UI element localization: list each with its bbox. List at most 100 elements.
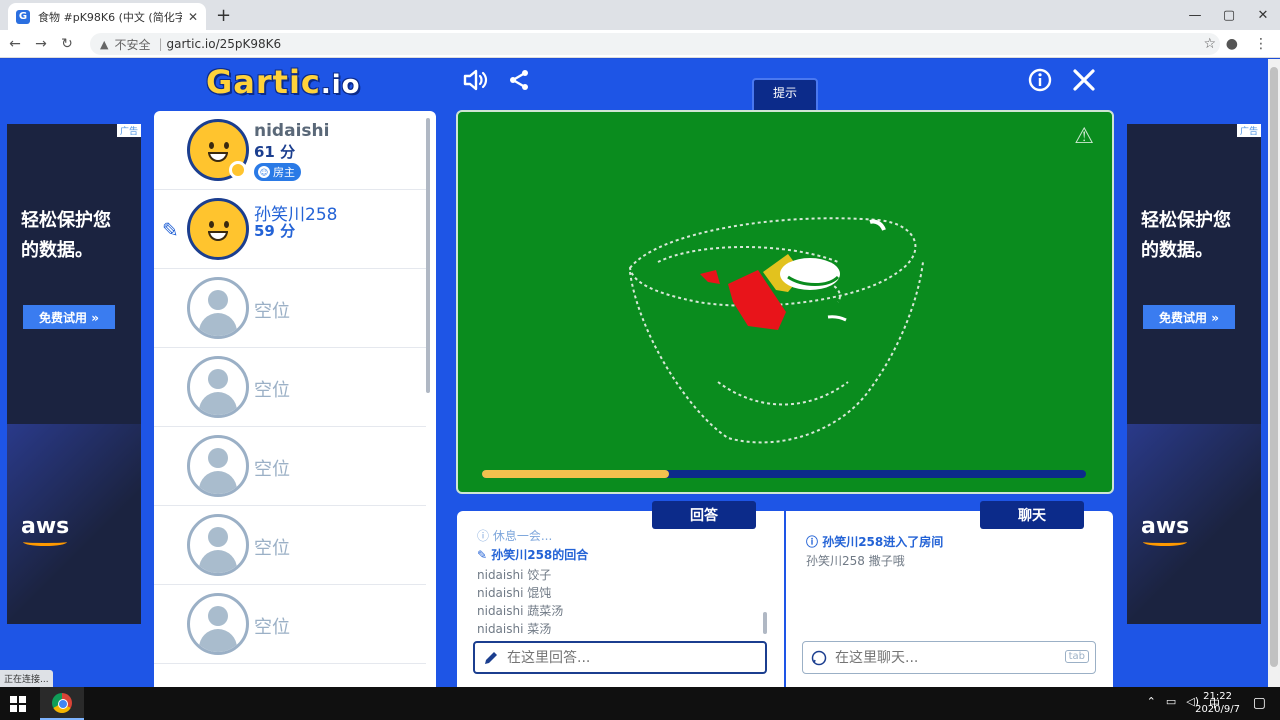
- timer-bar: [482, 470, 1086, 478]
- player-name: nidaishi: [254, 121, 330, 141]
- answer-input[interactable]: [507, 649, 747, 666]
- reload-icon[interactable]: ↻: [56, 36, 78, 52]
- back-arrow-icon[interactable]: ←: [4, 36, 26, 52]
- right-ad[interactable]: 广告 轻松保护您 的数据。 免费试用 » aws: [1127, 124, 1261, 624]
- info-icon[interactable]: [1028, 68, 1052, 98]
- online-indicator-icon: [229, 161, 247, 179]
- bookmark-star-icon[interactable]: ☆: [1203, 36, 1216, 52]
- avatar-eye: [209, 221, 214, 228]
- ad-text: 轻松保护您 的数据。: [1141, 206, 1231, 266]
- avatar-eye: [209, 142, 214, 149]
- exit-close-icon[interactable]: [1072, 68, 1096, 98]
- empty-avatar-icon: [187, 435, 249, 497]
- system-message-faded: ⓘ 休息一会...: [477, 527, 552, 544]
- share-icon[interactable]: [507, 68, 531, 98]
- notification-icon[interactable]: ▢: [1253, 695, 1266, 711]
- host-badge: ☺ 房主: [254, 163, 301, 181]
- empty-avatar-icon: [187, 277, 249, 339]
- system-clock[interactable]: 21:22 2020/9/7: [1195, 690, 1240, 716]
- empty-slot-label: 空位: [254, 301, 290, 322]
- left-ad[interactable]: 广告 轻松保护您 的数据。 免费试用 » aws: [7, 124, 141, 624]
- answers-tab[interactable]: 回答: [652, 501, 756, 529]
- player-score: 61 分: [254, 143, 296, 161]
- guess-author: nidaishi: [477, 604, 524, 618]
- clock-time: 21:22: [1203, 691, 1232, 702]
- page-scrollbar[interactable]: [1268, 59, 1280, 687]
- avatar-placeholder-head: [208, 527, 228, 547]
- hint-label: 提示: [772, 86, 797, 100]
- report-warning-icon[interactable]: ⚠: [1074, 124, 1094, 149]
- forward-arrow-icon[interactable]: →: [30, 36, 52, 52]
- network-icon[interactable]: ▭: [1166, 695, 1176, 711]
- guess-author: nidaishi: [477, 568, 524, 582]
- players-scrollbar[interactable]: [426, 118, 430, 393]
- close-window-button[interactable]: ✕: [1246, 0, 1280, 30]
- chrome-taskbar-button[interactable]: [40, 687, 84, 720]
- guess-text: 饺子: [527, 568, 552, 582]
- sound-icon[interactable]: [462, 68, 490, 98]
- player-row-empty: 空位: [154, 427, 426, 506]
- player-row-empty: 空位: [154, 506, 426, 585]
- avatar: [187, 198, 249, 260]
- address-bar[interactable]: ▲ 不安全 | gartic.io/25pK98K6 ☆: [90, 33, 1220, 55]
- answers-scrollbar[interactable]: [763, 612, 767, 634]
- ad-free-trial-button[interactable]: 免费试用 »: [23, 305, 115, 329]
- players-panel: nidaishi 61 分 ☺ 房主 ✎ 孙笑川258 59 分 空位 空位 空…: [154, 111, 436, 687]
- ad-tag: 广告: [1236, 124, 1261, 137]
- chat-input-box[interactable]: tab: [802, 641, 1096, 674]
- avatar-placeholder-head: [208, 369, 228, 389]
- player-row-drawing[interactable]: ✎ 孙笑川258 59 分: [154, 190, 426, 269]
- join-message-text: 孙笑川258进入了房间: [822, 535, 944, 549]
- guess-message: nidaishi 蔬菜汤: [477, 602, 563, 619]
- pencil-drawing-icon: ✎: [162, 218, 179, 242]
- avatar-eye: [224, 221, 229, 228]
- guess-author: nidaishi: [477, 622, 524, 636]
- avatar-mouth: [208, 152, 228, 162]
- ad-text-line1: 轻松保护您: [1141, 210, 1231, 231]
- empty-avatar-icon: [187, 593, 249, 655]
- answer-input-box[interactable]: [473, 641, 767, 674]
- chat-tab[interactable]: 聊天: [980, 501, 1084, 529]
- tab-close-icon[interactable]: ✕: [188, 10, 198, 24]
- player-row-host[interactable]: nidaishi 61 分 ☺ 房主: [154, 111, 426, 190]
- ad-free-trial-button[interactable]: 免费试用 »: [1143, 305, 1235, 329]
- guess-message: nidaishi 饺子: [477, 566, 551, 583]
- player-row-empty: 空位: [154, 585, 426, 664]
- timer-fill: [482, 470, 670, 478]
- avatar-placeholder-body: [199, 392, 237, 415]
- avatar-placeholder-body: [199, 550, 237, 573]
- avatar-placeholder-body: [199, 471, 237, 494]
- page-scrollbar-thumb[interactable]: [1270, 67, 1278, 667]
- browser-tabstrip: G 食物 #pK98K6 (中文 (简化字)) - ✕ + — ▢ ✕: [0, 0, 1280, 30]
- browser-status: 正在连接...: [0, 670, 53, 687]
- empty-slot-label: 空位: [254, 380, 290, 401]
- menu-kebab-icon[interactable]: ⋮: [1254, 36, 1268, 52]
- chat-input[interactable]: [835, 649, 1075, 666]
- clock-date: 2020/9/7: [1195, 704, 1240, 715]
- avatar-mouth: [208, 231, 228, 241]
- faded-message-text: 休息一会...: [492, 529, 553, 543]
- empty-avatar-icon: [187, 356, 249, 418]
- chat-message: 孙笑川258 撒子哦: [806, 552, 905, 569]
- browser-tab[interactable]: G 食物 #pK98K6 (中文 (简化字)) - ✕: [8, 3, 206, 30]
- maximize-button[interactable]: ▢: [1212, 0, 1246, 30]
- windows-start-icon[interactable]: [10, 696, 26, 712]
- browser-toolbar: ← → ↻ ▲ 不安全 | gartic.io/25pK98K6 ☆ ● ⋮: [0, 30, 1280, 58]
- pencil-icon: ✎: [477, 548, 492, 562]
- windows-taskbar: ⌃ ▭ ◁) 中 21:22 2020/9/7 ▢: [0, 687, 1280, 720]
- guess-text: 馄饨: [527, 586, 552, 600]
- tray-expand-icon[interactable]: ⌃: [1147, 695, 1156, 711]
- drawing-canvas[interactable]: ⚠: [456, 110, 1114, 494]
- window-controls: — ▢ ✕: [1178, 0, 1280, 30]
- new-tab-button[interactable]: +: [216, 5, 231, 26]
- avatar-placeholder-body: [199, 629, 237, 652]
- guess-message: nidaishi 馄饨: [477, 584, 551, 601]
- minimize-button[interactable]: —: [1178, 0, 1212, 30]
- avatar-placeholder-head: [208, 606, 228, 626]
- avatar-placeholder-head: [208, 290, 228, 310]
- profile-icon[interactable]: ●: [1226, 36, 1238, 52]
- info-icon: ⓘ: [806, 535, 823, 549]
- guess-text: 菜汤: [527, 622, 552, 636]
- ad-text-line1: 轻松保护您: [21, 210, 111, 231]
- chat-author: 孙笑川258: [806, 554, 865, 568]
